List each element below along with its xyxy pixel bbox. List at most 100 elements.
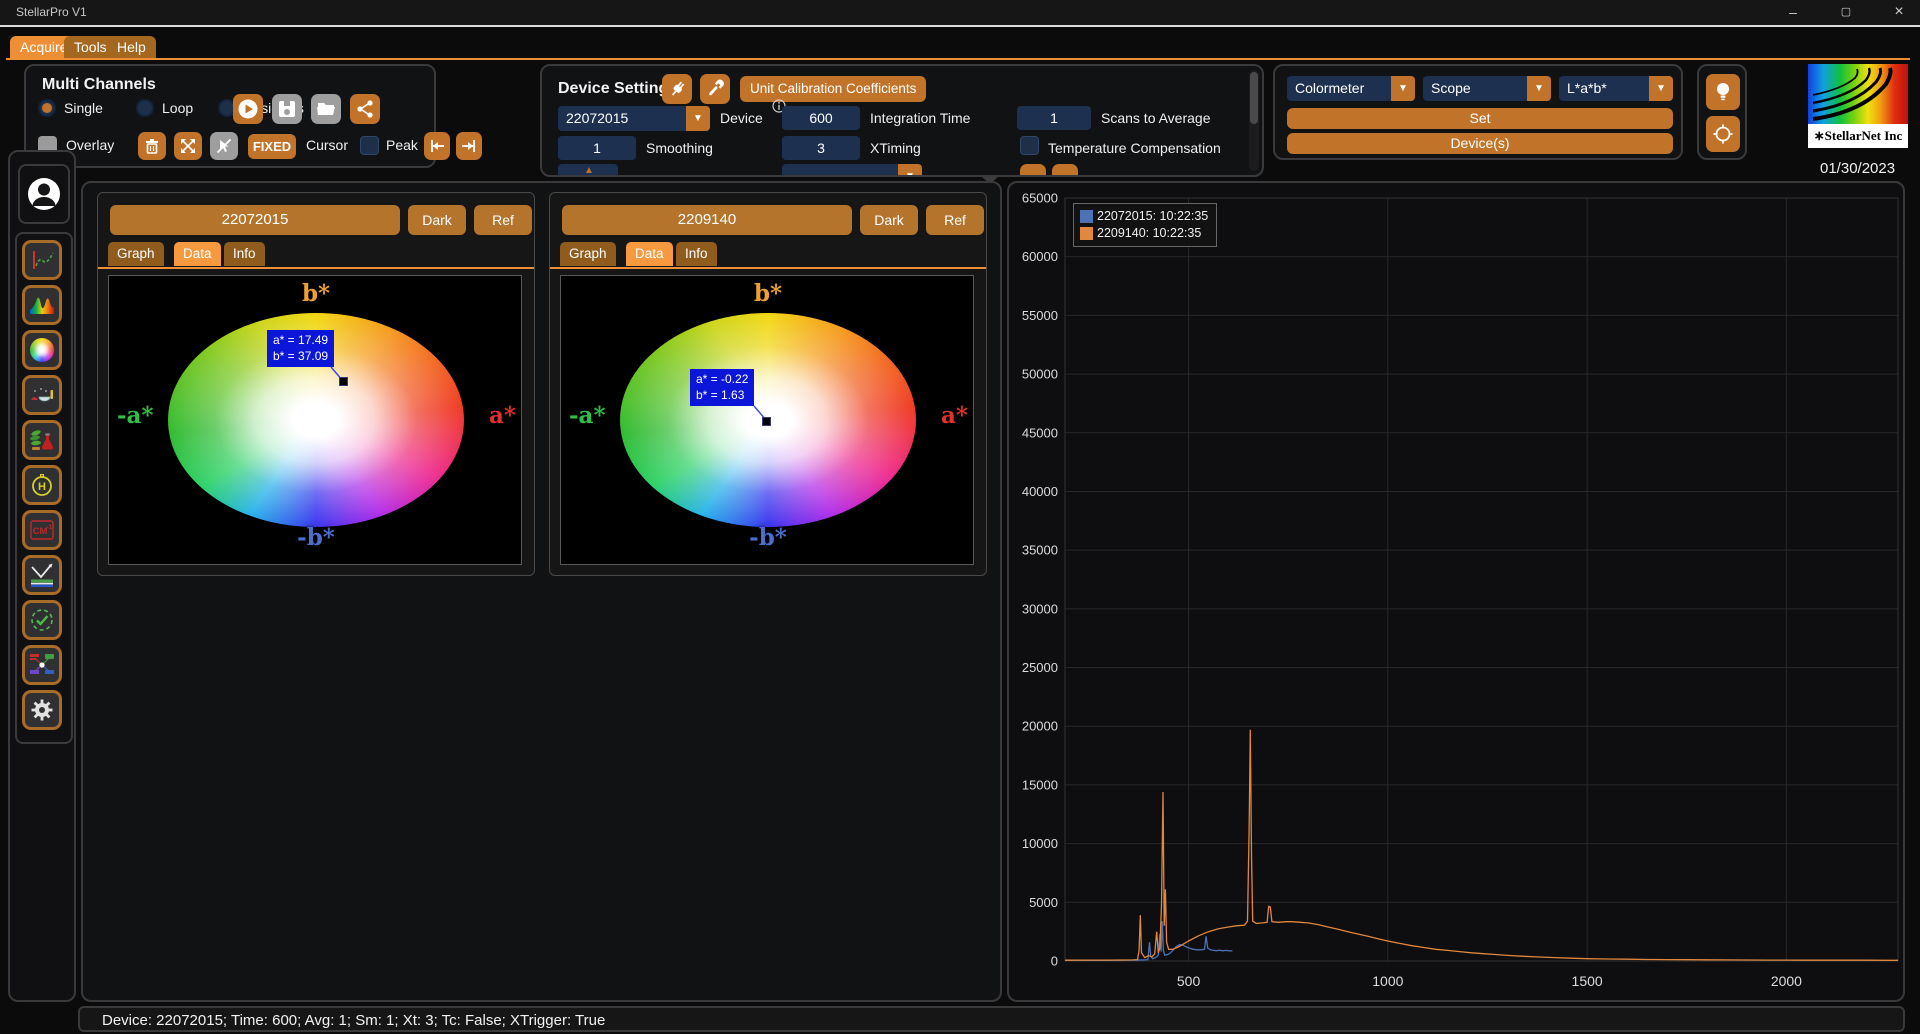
device-dropdown-value: 22072015 (558, 106, 686, 131)
sidebar-item-network[interactable] (22, 645, 62, 685)
tab-help[interactable]: Help (107, 36, 156, 58)
sidebar-item-reflectance[interactable] (22, 555, 62, 595)
autoscale-button[interactable] (174, 132, 202, 160)
svg-text:25000: 25000 (1022, 660, 1058, 675)
smoothing-input[interactable]: 1 (558, 136, 636, 160)
minimize-button[interactable]: – (1778, 3, 1808, 21)
status-bar: Device: 22072015; Time: 600; Avg: 1; Sm:… (78, 1006, 1905, 1032)
clipped-button-2[interactable] (1052, 164, 1078, 177)
close-button[interactable]: × (1884, 3, 1914, 21)
scope-dropdown[interactable]: Scope ▼ (1423, 76, 1551, 101)
avatar-box[interactable] (18, 164, 70, 224)
temperature-compensation-checkbox[interactable] (1020, 136, 1039, 155)
sidebar-item-spectrum[interactable] (22, 285, 62, 325)
sidebar-item-chemistry[interactable] (22, 375, 62, 415)
fixed-button[interactable]: FIXED (248, 134, 296, 159)
clipped-dropdown[interactable]: ▼ (782, 164, 922, 177)
scrollbar-thumb[interactable] (1250, 72, 1258, 124)
user-avatar-icon (24, 174, 64, 214)
peak-label: Peak (386, 137, 418, 153)
sidebar-item-plant[interactable] (22, 420, 62, 460)
channel2-point-marker[interactable] (762, 417, 771, 426)
channel1-tooltip-a: a* = 17.49 (273, 333, 328, 349)
sidebar-item-validate[interactable] (22, 600, 62, 640)
units-input-clipped[interactable]: ▲ (558, 164, 618, 177)
chart-legend: 22072015: 10:22:35 2209140: 10:22:35 (1073, 203, 1217, 247)
channel1-tab-data[interactable]: Data (174, 242, 221, 266)
temperature-compensation-label: Temperature Compensation (1048, 140, 1221, 156)
radio-loop[interactable] (136, 99, 154, 117)
channel1-axis-a-minus: -a* (117, 402, 153, 429)
channel1-device-button[interactable]: 22072015 (110, 205, 400, 235)
channel2-ref-button[interactable]: Ref (926, 205, 984, 235)
lightbulb-icon (1713, 81, 1733, 103)
sidebar-item-hydrogen[interactable]: H (22, 465, 62, 505)
maximize-button[interactable]: ▢ (1831, 3, 1861, 21)
sidebar-item-colorwheel[interactable] (22, 330, 62, 370)
svg-text:0: 0 (1051, 954, 1058, 969)
xtiming-input[interactable]: 3 (782, 136, 860, 160)
sidebar-item-wavenumber[interactable]: CM-1 (22, 510, 62, 550)
spectrum-chart-panel: 0500010000150002000025000300003500040000… (1007, 181, 1905, 1002)
channel2-tab-info[interactable]: Info (676, 242, 717, 266)
titlebar-divider (0, 25, 1920, 27)
device-label: Device (720, 110, 763, 126)
legend-swatch-blue (1080, 210, 1093, 223)
unit-calibration-button[interactable]: Unit Calibration Coefficients (740, 76, 926, 102)
channel1-point-marker[interactable] (339, 377, 348, 386)
sidebar: H CM-1 (8, 150, 76, 1002)
channel1-tooltip: a* = 17.49 b* = 37.09 (267, 330, 334, 367)
scans-to-average-input[interactable]: 1 (1017, 106, 1091, 130)
device-dropdown[interactable]: 22072015 ▼ (558, 106, 710, 131)
set-button[interactable]: Set (1287, 108, 1673, 129)
svg-text:15000: 15000 (1022, 777, 1058, 792)
connect-device-button[interactable] (662, 74, 692, 104)
share-button[interactable] (350, 94, 380, 124)
smoothing-label: Smoothing (646, 140, 713, 156)
play-button[interactable] (233, 94, 263, 124)
channel1-axis-a-plus: a* (489, 402, 516, 429)
menu-underline (6, 58, 1910, 60)
cursor-off-button[interactable] (210, 132, 238, 160)
spectrum-chart[interactable]: 0500010000150002000025000300003500040000… (1009, 183, 1903, 1000)
colormeter-dropdown[interactable]: Colormeter ▼ (1287, 76, 1415, 101)
svg-text:1500: 1500 (1572, 973, 1603, 989)
channel2-tooltip-a: a* = -0.22 (696, 372, 748, 388)
cursor-left-button[interactable] (424, 132, 450, 160)
channel2-axis-b-plus: b* (561, 280, 975, 307)
sidebar-item-settings[interactable] (22, 690, 62, 730)
channel1-tab-graph[interactable]: Graph (108, 242, 164, 266)
radio-single[interactable] (38, 99, 56, 117)
cursor-label: Cursor (306, 137, 348, 153)
svg-text:500: 500 (1177, 973, 1201, 989)
lamp-button[interactable] (1706, 74, 1740, 110)
sidebar-item-scope[interactable] (22, 240, 62, 280)
cursor-right-button[interactable] (456, 132, 482, 160)
channel1-tab-info[interactable]: Info (224, 242, 265, 266)
open-folder-button[interactable] (311, 94, 341, 124)
clipped-button-1[interactable] (1020, 164, 1046, 177)
device-tools-button[interactable] (700, 74, 730, 104)
clear-button[interactable] (138, 132, 166, 160)
legend-row-1: 22072015: 10:22:35 (1080, 208, 1208, 225)
stellarnet-logo: ∗StellarNet Inc (1808, 64, 1908, 152)
peak-checkbox[interactable] (360, 136, 379, 155)
channel2-tab-data[interactable]: Data (626, 242, 673, 266)
channel2-dark-button[interactable]: Dark (860, 205, 918, 235)
integration-time-input[interactable]: 600 (782, 106, 860, 130)
channel2-device-button[interactable]: 2209140 (562, 205, 852, 235)
channel1-dark-button[interactable]: Dark (408, 205, 466, 235)
colorspace-dropdown[interactable]: L*a*b* ▼ (1559, 76, 1673, 101)
channel2-tab-graph[interactable]: Graph (560, 242, 616, 266)
devices-button[interactable]: Device(s) (1287, 133, 1673, 154)
save-button[interactable] (272, 94, 302, 124)
svg-text:60000: 60000 (1022, 249, 1058, 264)
colorspace-value: L*a*b* (1559, 76, 1649, 101)
channel1-ref-button[interactable]: Ref (474, 205, 532, 235)
target-button[interactable] (1706, 116, 1740, 152)
channel2-axis-b-minus: -b* (561, 524, 975, 551)
reflection-icon (29, 562, 55, 588)
device-settings-scrollbar[interactable] (1249, 70, 1259, 171)
channel1-tooltip-b: b* = 37.09 (273, 349, 328, 365)
chemistry-icon (29, 382, 55, 408)
